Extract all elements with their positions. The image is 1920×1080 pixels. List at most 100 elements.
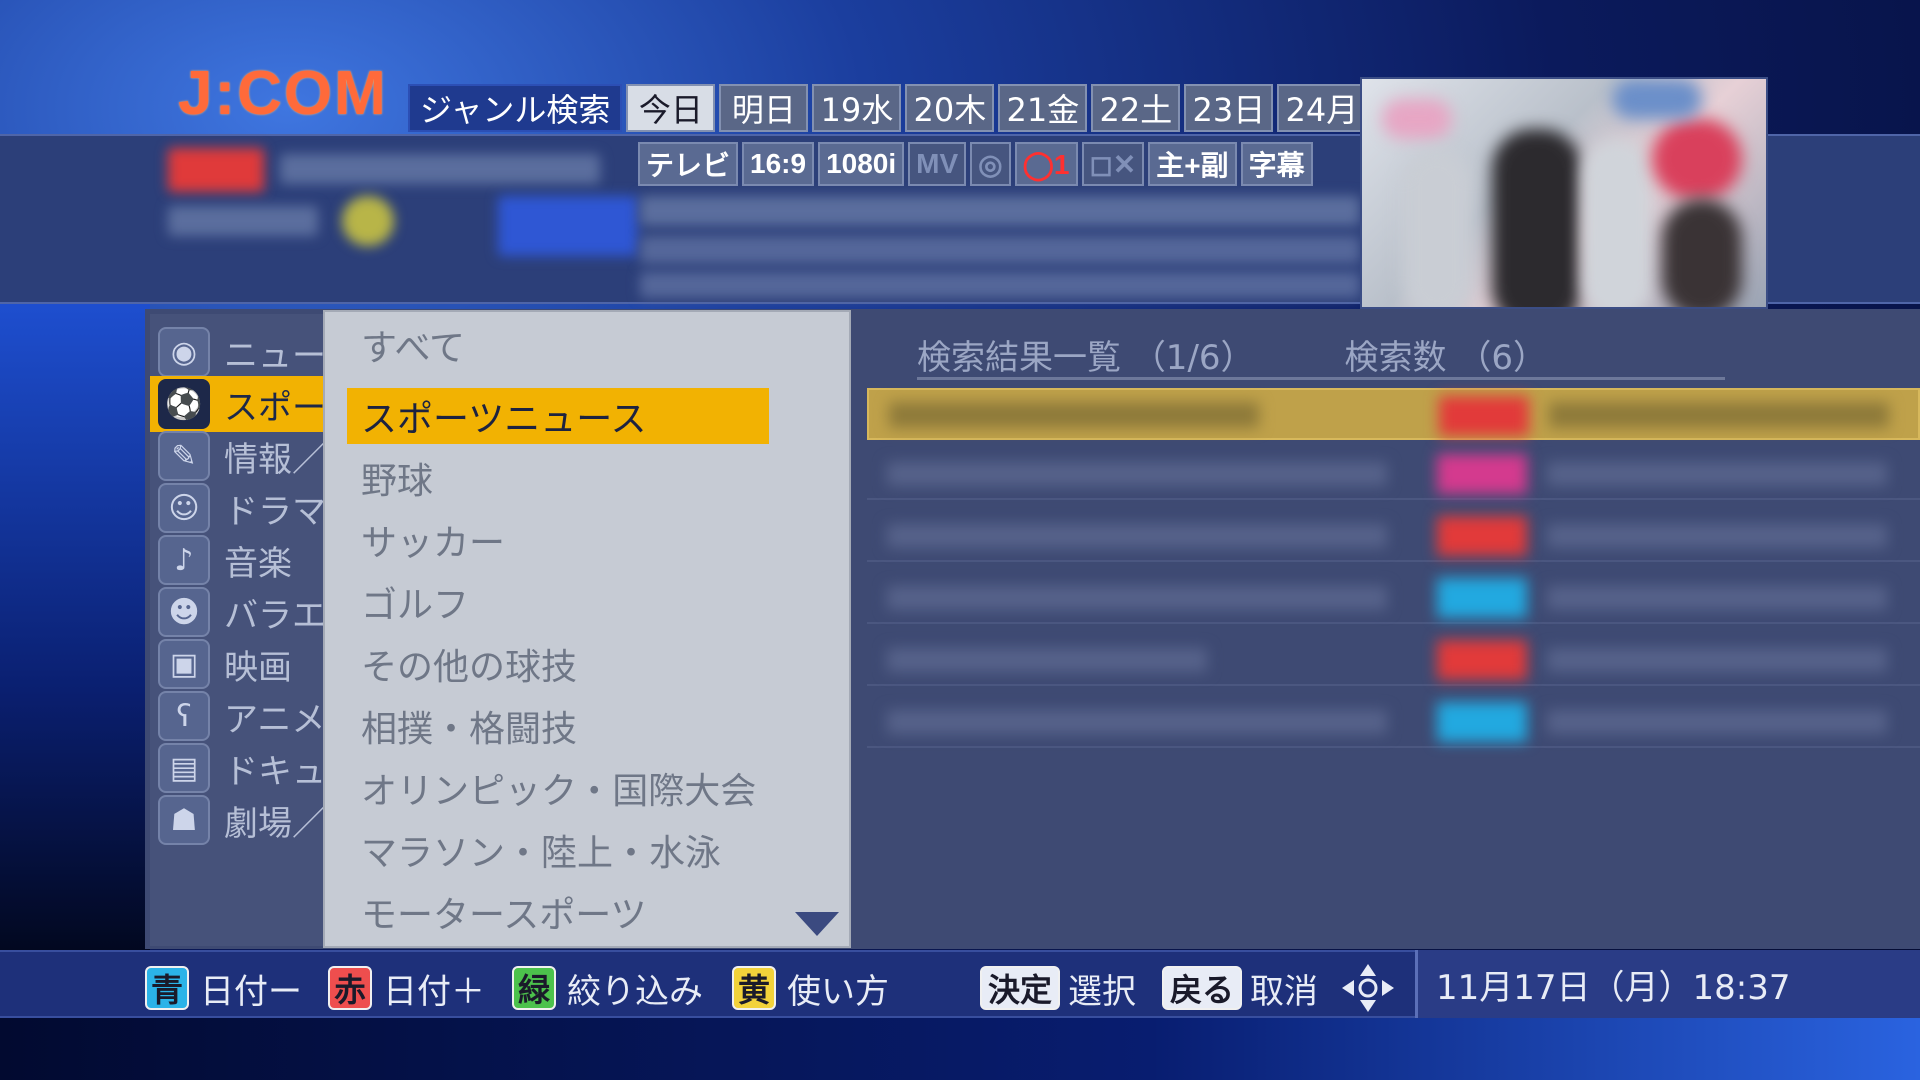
format-badges: テレビ 16:9 1080i MV ◎ ◯1 ◻✕ 主+副 字幕 <box>638 142 1313 186</box>
subgenre-item[interactable]: その他の球技 <box>347 636 591 692</box>
preview-shape <box>1402 149 1472 307</box>
subgenre-item[interactable]: ゴルフ <box>347 574 483 630</box>
mask-icon: ☺ <box>158 483 210 533</box>
category-list: ◉ ニュース ⚽ スポーツ ✎ 情報／ワイドショー ☺ ドラマ ♪ 音楽 ☻ バ… <box>150 314 330 946</box>
category-item-music[interactable]: ♪ 音楽 <box>150 532 330 588</box>
yellow-key-label: 使い方 <box>787 971 889 1012</box>
category-label: スポーツ <box>224 387 324 428</box>
subgenre-item[interactable]: 野球 <box>347 450 447 506</box>
result-row[interactable] <box>867 510 1920 562</box>
result-meta-blurred <box>1549 402 1889 428</box>
resolution-badge: 1080i <box>818 142 905 186</box>
category-label: バラエティ <box>224 595 324 636</box>
no-copy-icon: ◻✕ <box>1081 142 1145 186</box>
scroll-down-arrow-icon[interactable] <box>795 912 839 936</box>
category-item-theater[interactable]: ☗ 劇場／公演 <box>150 792 330 848</box>
category-label: 映画 <box>224 647 292 688</box>
enter-key-label: 選択 <box>1068 971 1136 1012</box>
yellow-key-button[interactable]: 黄 <box>732 966 777 1010</box>
category-label: アニメ <box>224 699 324 740</box>
subgenre-item[interactable]: 相撲・格闘技 <box>347 698 591 754</box>
channel-badge-blurred <box>1439 396 1529 436</box>
date-tab[interactable]: 24月 <box>1277 84 1367 132</box>
tv-badge: テレビ <box>638 142 739 186</box>
subgenre-item[interactable]: マラソン・陸上・水泳 <box>347 822 735 878</box>
channel-badge-blurred <box>1437 578 1527 618</box>
category-item-info[interactable]: ✎ 情報／ワイドショー <box>150 428 330 484</box>
theater-icon: ☗ <box>158 795 210 845</box>
enter-key-button[interactable]: 決定 <box>980 966 1060 1010</box>
category-label: ニュース <box>224 335 324 376</box>
back-key-button[interactable]: 戻る <box>1162 966 1242 1010</box>
category-label: ドラマ <box>224 491 324 532</box>
page-title: ジャンル検索 <box>408 84 623 132</box>
green-key-label: 絞り込み <box>567 971 703 1012</box>
channel-logo-blurred <box>168 148 264 192</box>
preview-shape <box>1382 99 1452 139</box>
date-tab[interactable]: 20木 <box>905 84 995 132</box>
result-row[interactable] <box>867 634 1920 686</box>
subgenre-item[interactable]: すべて <box>347 317 479 373</box>
category-item-movie[interactable]: ▣ 映画 <box>150 636 330 692</box>
back-key-label: 取消 <box>1250 971 1318 1012</box>
time-badge-blurred <box>498 196 638 256</box>
camera-icon: ◉ <box>158 327 210 377</box>
video-preview <box>1360 77 1768 309</box>
surround-icon: ◎ <box>970 142 1011 186</box>
result-title-blurred <box>889 402 1259 428</box>
green-key-button[interactable]: 緑 <box>512 966 557 1010</box>
channel-badge-blurred <box>1437 454 1527 494</box>
aspect-ratio-badge: 16:9 <box>742 142 815 186</box>
blue-key-button[interactable]: 青 <box>145 966 190 1010</box>
category-label: 情報／ワイドショー <box>224 439 324 480</box>
variety-icon: ☻ <box>158 587 210 637</box>
preview-shape <box>1612 79 1702 119</box>
category-item-documentary[interactable]: ▤ ドキュメンタリー <box>150 740 330 796</box>
results-panel: 検索結果一覧 （1/6） 検索数 （6） <box>855 314 1920 946</box>
multiview-badge: MV <box>908 142 967 186</box>
category-item-news[interactable]: ◉ ニュース <box>150 324 330 380</box>
copy-once-icon: ◯1 <box>1014 142 1078 186</box>
result-row-selected[interactable] <box>867 388 1920 440</box>
results-header: 検索結果一覧 （1/6） 検索数 （6） <box>917 332 1725 380</box>
result-title-blurred <box>887 462 1387 486</box>
program-desc-line2-blurred <box>640 236 1360 264</box>
date-tab[interactable]: 19水 <box>812 84 902 132</box>
subgenre-item-selected[interactable]: スポーツニュース <box>347 388 769 444</box>
program-title-blurred <box>280 154 600 184</box>
red-key-label: 日付＋ <box>383 971 485 1012</box>
book-icon: ▤ <box>158 743 210 793</box>
preview-shape <box>1662 199 1742 307</box>
red-key-button[interactable]: 赤 <box>328 966 373 1010</box>
date-tab[interactable]: 22土 <box>1091 84 1181 132</box>
result-meta-blurred <box>1547 710 1887 734</box>
date-tab[interactable]: 明日 <box>719 84 809 132</box>
background-bottom <box>0 1015 1920 1080</box>
result-title-blurred <box>887 710 1387 734</box>
results-count: 検索数 （6） <box>1344 338 1547 378</box>
result-meta-blurred <box>1547 524 1887 548</box>
date-tab[interactable]: 今日 <box>626 84 716 132</box>
bilingual-badge: 主+副 <box>1148 142 1237 186</box>
film-camera-icon: ▣ <box>158 639 210 689</box>
result-meta-blurred <box>1547 462 1887 486</box>
music-note-icon: ♪ <box>158 535 210 585</box>
date-tab[interactable]: 21金 <box>998 84 1088 132</box>
jcom-logo: J:COM <box>178 59 388 128</box>
category-item-variety[interactable]: ☻ バラエティ <box>150 584 330 640</box>
result-row[interactable] <box>867 696 1920 748</box>
category-item-drama[interactable]: ☺ ドラマ <box>150 480 330 536</box>
category-item-sports[interactable]: ⚽ スポーツ <box>150 376 330 432</box>
subgenre-item[interactable]: モータースポーツ <box>347 884 660 940</box>
subgenre-menu: すべて スポーツニュース 野球 サッカー ゴルフ その他の球技 相撲・格闘技 オ… <box>323 310 851 948</box>
background-left <box>0 300 150 950</box>
date-tab[interactable]: 23日 <box>1184 84 1274 132</box>
subgenre-item[interactable]: オリンピック・国際大会 <box>347 760 770 816</box>
subgenre-item[interactable]: サッカー <box>347 512 519 568</box>
program-desc-line1-blurred <box>640 196 1360 226</box>
preview-shape <box>1652 119 1742 199</box>
channel-badge-blurred <box>1437 702 1527 742</box>
result-row[interactable] <box>867 572 1920 624</box>
result-row[interactable] <box>867 448 1920 500</box>
category-item-anime[interactable]: ʕ アニメ <box>150 688 330 744</box>
